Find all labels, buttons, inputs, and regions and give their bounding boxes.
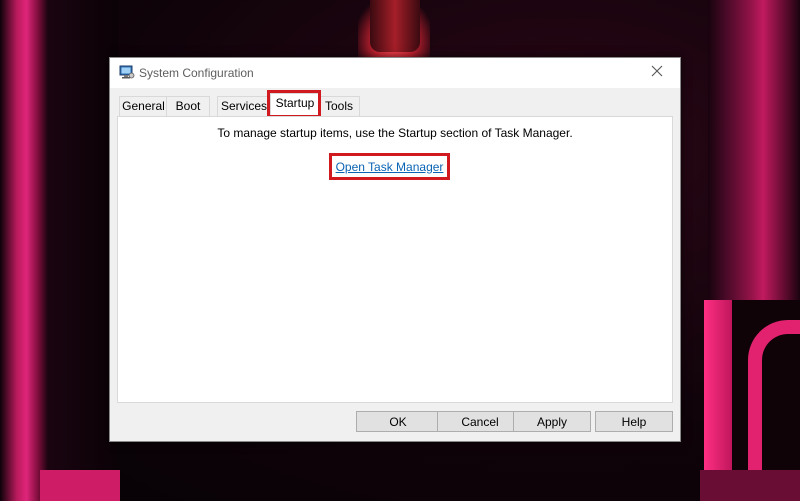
system-configuration-icon	[119, 64, 135, 80]
tab-services[interactable]: Services	[217, 96, 271, 116]
startup-panel: To manage startup items, use the Startup…	[117, 116, 673, 403]
startup-message: To manage startup items, use the Startup…	[217, 126, 573, 140]
wallpaper-neon-base-right	[700, 470, 800, 501]
wallpaper-left-shadow	[48, 0, 118, 501]
apply-button[interactable]: Apply	[513, 411, 591, 432]
task-manager-link-highlight: Open Task Manager	[329, 153, 450, 180]
startup-tab-highlight	[267, 90, 321, 118]
ok-button[interactable]: OK	[356, 411, 440, 432]
open-task-manager-link[interactable]: Open Task Manager	[336, 160, 444, 174]
cancel-button[interactable]: Cancel	[437, 411, 523, 432]
system-configuration-dialog: System Configuration General Boot Servic…	[109, 57, 681, 442]
window-title: System Configuration	[139, 66, 254, 80]
tab-general[interactable]: General	[119, 96, 168, 116]
wallpaper-left-pillar	[0, 0, 48, 501]
help-button[interactable]: Help	[595, 411, 673, 432]
wallpaper-light	[370, 0, 420, 52]
tab-boot[interactable]: Boot	[166, 96, 210, 116]
close-button[interactable]	[634, 58, 680, 88]
close-icon	[651, 64, 663, 82]
title-bar[interactable]: System Configuration	[110, 58, 680, 88]
tab-tools[interactable]: Tools	[318, 96, 360, 116]
wallpaper-neon-base-left	[40, 470, 120, 501]
